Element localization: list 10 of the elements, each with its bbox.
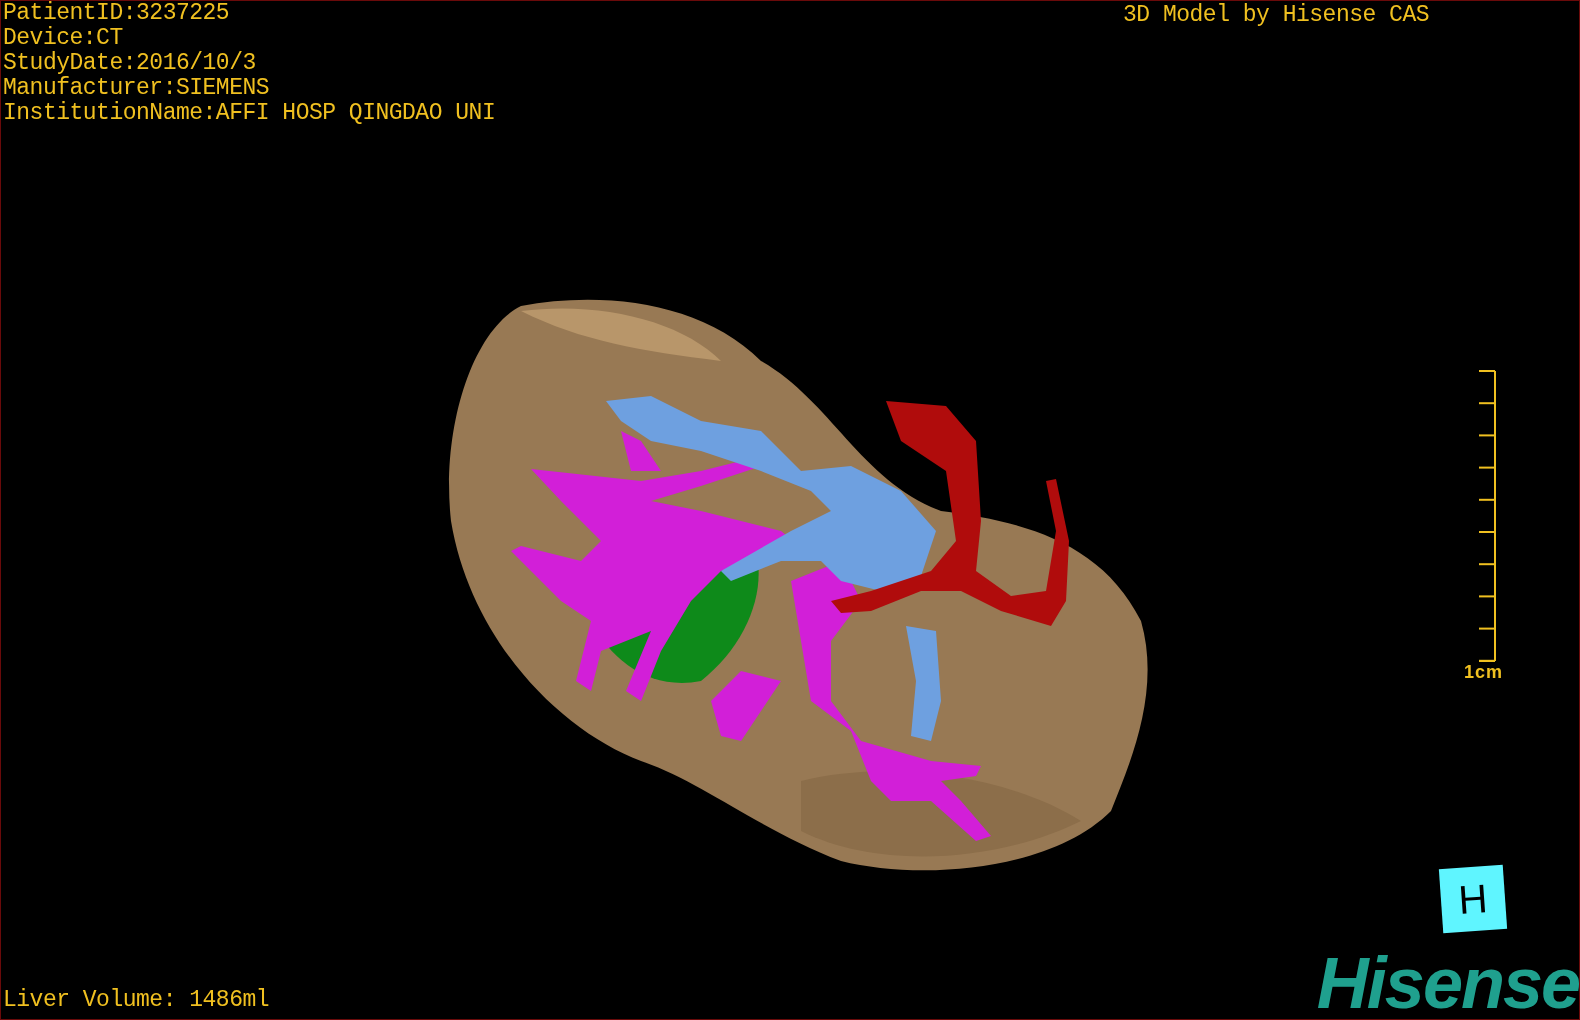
logo: Hisense [1316, 953, 1579, 1013]
study-info-text: Device:CT [3, 26, 124, 51]
orientation-cube[interactable]: H [1438, 864, 1508, 934]
study-info-text: PatientID:3237225 [3, 1, 231, 26]
study-info-text: StudyDate:2016/10/3 [3, 51, 257, 76]
study-info-text: InstitutionName:AFFI HOSP QINGDAO UNI [3, 101, 496, 126]
viewer-title: 3D Model by Hisense CAS [1123, 3, 1429, 30]
study-info-text: Manufacturer:SIEMENS [3, 76, 271, 101]
liver-volume-text: Liver Volume: 1486ml [3, 988, 270, 1013]
scale-label: 1cm [1463, 662, 1503, 683]
